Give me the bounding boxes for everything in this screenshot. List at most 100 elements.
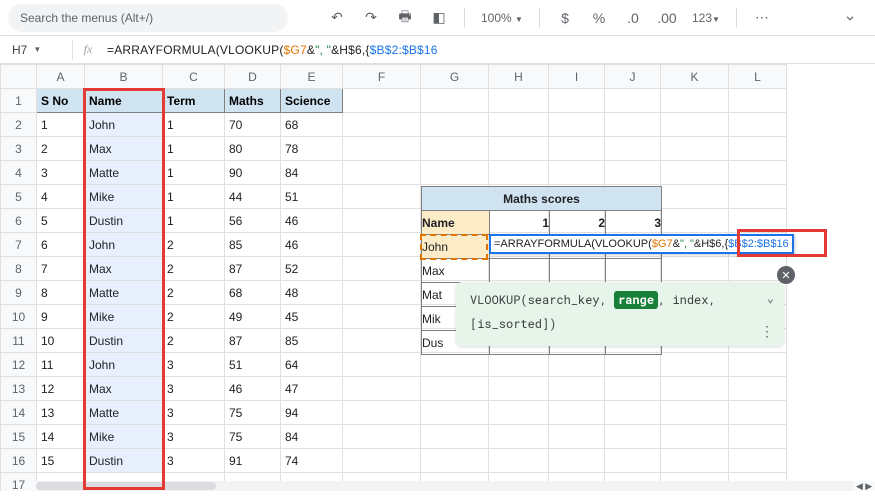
cell[interactable]: Term bbox=[163, 89, 225, 113]
select-all-corner[interactable] bbox=[1, 65, 37, 89]
cell[interactable] bbox=[729, 137, 787, 161]
cell[interactable] bbox=[549, 377, 605, 401]
cell[interactable] bbox=[489, 113, 549, 137]
cell[interactable]: 9 bbox=[37, 305, 85, 329]
cell[interactable] bbox=[729, 353, 787, 377]
col-header[interactable]: B bbox=[85, 65, 163, 89]
cell[interactable] bbox=[489, 401, 549, 425]
cell[interactable] bbox=[661, 449, 729, 473]
cell[interactable]: Name bbox=[85, 89, 163, 113]
cell[interactable]: Mike bbox=[85, 425, 163, 449]
close-tooltip-icon[interactable]: ✕ bbox=[777, 266, 795, 284]
cell[interactable]: 8 bbox=[37, 281, 85, 305]
row-header[interactable]: 3 bbox=[1, 137, 37, 161]
col-header[interactable]: G bbox=[421, 65, 489, 89]
cell[interactable]: 3 bbox=[163, 353, 225, 377]
collapse-toolbar-icon[interactable] bbox=[841, 9, 859, 27]
cell[interactable]: 84 bbox=[281, 161, 343, 185]
cell[interactable]: 3 bbox=[163, 425, 225, 449]
row-header[interactable]: 5 bbox=[1, 185, 37, 209]
cell[interactable] bbox=[729, 161, 787, 185]
tooltip-more-icon[interactable]: ⋮ bbox=[760, 321, 774, 340]
cell[interactable] bbox=[549, 425, 605, 449]
cell[interactable]: 68 bbox=[281, 113, 343, 137]
cell[interactable]: 64 bbox=[281, 353, 343, 377]
cell[interactable] bbox=[729, 449, 787, 473]
cell[interactable]: Matte bbox=[85, 401, 163, 425]
col-header[interactable]: A bbox=[37, 65, 85, 89]
cell[interactable]: 12 bbox=[37, 377, 85, 401]
maths-col-3[interactable]: 3 bbox=[606, 211, 662, 235]
cell[interactable]: 78 bbox=[281, 137, 343, 161]
row-header[interactable]: 4 bbox=[1, 161, 37, 185]
cell[interactable] bbox=[489, 353, 549, 377]
col-header[interactable]: K bbox=[661, 65, 729, 89]
cell[interactable] bbox=[343, 113, 421, 137]
cell[interactable] bbox=[729, 185, 787, 209]
cell[interactable] bbox=[605, 137, 661, 161]
cell[interactable]: S No bbox=[37, 89, 85, 113]
horizontal-scrollbar[interactable] bbox=[36, 481, 853, 491]
cell[interactable] bbox=[343, 281, 421, 305]
cell[interactable]: Dustin bbox=[85, 449, 163, 473]
cell[interactable] bbox=[605, 113, 661, 137]
maths-name[interactable]: John bbox=[422, 235, 490, 259]
cell[interactable] bbox=[489, 161, 549, 185]
cell[interactable]: 1 bbox=[163, 137, 225, 161]
cell[interactable]: 3 bbox=[163, 401, 225, 425]
cell[interactable]: 3 bbox=[37, 161, 85, 185]
cell[interactable] bbox=[729, 209, 787, 233]
col-header[interactable]: F bbox=[343, 65, 421, 89]
cell[interactable]: 90 bbox=[225, 161, 281, 185]
cell[interactable] bbox=[343, 353, 421, 377]
cell[interactable] bbox=[421, 449, 489, 473]
zoom-dropdown[interactable]: 100% ▼ bbox=[481, 11, 523, 25]
cell[interactable]: Matte bbox=[85, 161, 163, 185]
cell[interactable]: 1 bbox=[163, 161, 225, 185]
cell[interactable] bbox=[421, 377, 489, 401]
paint-format-icon[interactable]: ◧ bbox=[430, 9, 448, 27]
cell[interactable] bbox=[661, 137, 729, 161]
percent-icon[interactable]: % bbox=[590, 9, 608, 27]
cell[interactable] bbox=[343, 401, 421, 425]
cell[interactable] bbox=[605, 449, 661, 473]
row-header[interactable]: 2 bbox=[1, 113, 37, 137]
row-header[interactable]: 8 bbox=[1, 257, 37, 281]
cell[interactable] bbox=[549, 113, 605, 137]
cell[interactable] bbox=[729, 377, 787, 401]
col-header[interactable]: C bbox=[163, 65, 225, 89]
col-header[interactable]: L bbox=[729, 65, 787, 89]
cell[interactable] bbox=[421, 89, 489, 113]
cell[interactable] bbox=[549, 353, 605, 377]
cell[interactable]: 85 bbox=[225, 233, 281, 257]
scrollbar-thumb[interactable] bbox=[36, 482, 216, 490]
currency-icon[interactable]: $ bbox=[556, 9, 574, 27]
row-header[interactable]: 1 bbox=[1, 89, 37, 113]
row-header[interactable]: 9 bbox=[1, 281, 37, 305]
name-box[interactable]: H7▼ bbox=[0, 43, 72, 57]
cell[interactable] bbox=[661, 161, 729, 185]
col-header[interactable]: H bbox=[489, 65, 549, 89]
cell[interactable] bbox=[421, 353, 489, 377]
cell[interactable]: 51 bbox=[225, 353, 281, 377]
cell[interactable] bbox=[343, 257, 421, 281]
cell[interactable] bbox=[605, 353, 661, 377]
cell[interactable]: 14 bbox=[37, 425, 85, 449]
undo-icon[interactable]: ↶ bbox=[328, 9, 346, 27]
cell[interactable]: 70 bbox=[225, 113, 281, 137]
cell[interactable]: 2 bbox=[163, 281, 225, 305]
cell[interactable] bbox=[605, 161, 661, 185]
cell[interactable]: 84 bbox=[281, 425, 343, 449]
col-header[interactable]: D bbox=[225, 65, 281, 89]
cell[interactable]: Mike bbox=[85, 305, 163, 329]
cell[interactable]: 45 bbox=[281, 305, 343, 329]
cell[interactable]: 52 bbox=[281, 257, 343, 281]
col-header[interactable]: I bbox=[549, 65, 605, 89]
cell[interactable]: 49 bbox=[225, 305, 281, 329]
cell[interactable] bbox=[421, 137, 489, 161]
row-header[interactable]: 16 bbox=[1, 449, 37, 473]
cell[interactable]: 13 bbox=[37, 401, 85, 425]
cell[interactable] bbox=[661, 185, 729, 209]
cell[interactable]: 56 bbox=[225, 209, 281, 233]
cell[interactable] bbox=[421, 401, 489, 425]
